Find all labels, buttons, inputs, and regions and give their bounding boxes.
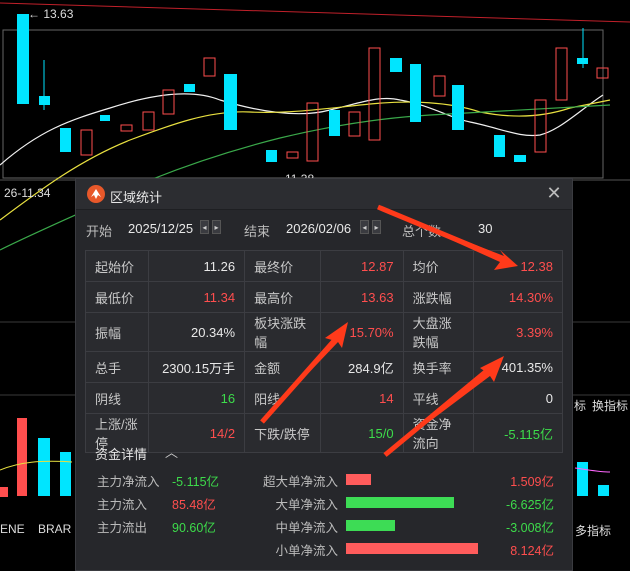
annotation-arrows	[260, 204, 518, 457]
